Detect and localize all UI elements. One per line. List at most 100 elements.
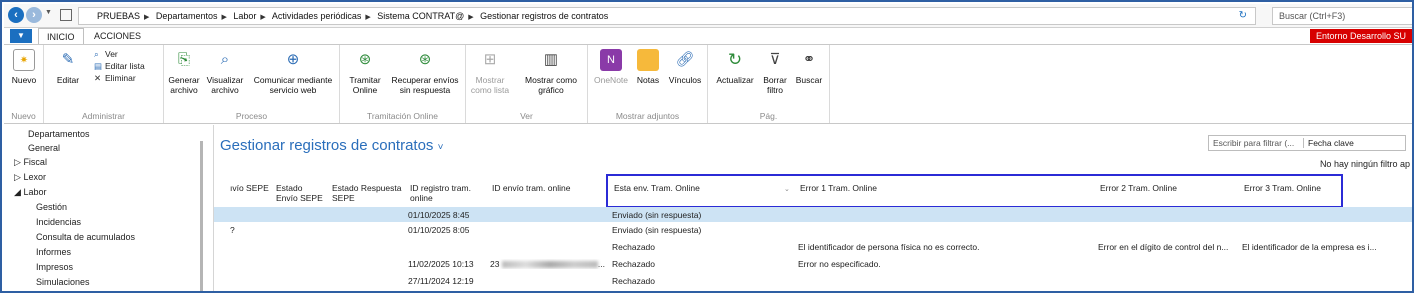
nav-item[interactable]: Gestión bbox=[36, 202, 236, 212]
preview-file-icon: ⌕ bbox=[220, 51, 230, 68]
column-header-envio-sepe[interactable]: ıvío SEPE bbox=[230, 183, 269, 193]
column-header-esta-env[interactable]: Esta env. Tram. Online bbox=[614, 183, 700, 193]
search-input[interactable]: Buscar (Ctrl+F3) bbox=[1272, 7, 1412, 25]
onenote-label: OneNote bbox=[593, 75, 629, 85]
filter-field-select[interactable]: Fecha clave bbox=[1303, 138, 1354, 148]
breadcrumb-item[interactable]: Labor bbox=[233, 11, 256, 21]
main-content: Gestionar registros de contratos ˅ Escri… bbox=[214, 125, 1412, 291]
tab-acciones[interactable]: ACCIONES bbox=[86, 28, 149, 44]
back-icon[interactable]: ‹ bbox=[8, 7, 24, 23]
mostrar-lista-button[interactable]: ⊞ Mostrar como lista bbox=[470, 49, 510, 95]
page-title[interactable]: Gestionar registros de contratos ˅ bbox=[220, 137, 443, 154]
group-tramitacion: ⊛ Tramitar Online ⊛ Recuperar envíos sin… bbox=[340, 45, 466, 123]
nuevo-button[interactable]: ✷ Nuevo bbox=[8, 49, 40, 85]
recuperar-envios-button[interactable]: ⊛ Recuperar envíos sin respuesta bbox=[388, 49, 462, 95]
breadcrumb-item[interactable]: Sistema CONTRAT@ bbox=[377, 11, 464, 21]
column-header-id-registro[interactable]: ID registro tram. online bbox=[410, 183, 484, 203]
vinculos-button[interactable]: 🔗︎ Vínculos bbox=[666, 49, 704, 85]
buscar-label: Buscar bbox=[795, 75, 823, 85]
window-icon bbox=[60, 9, 72, 21]
table-row[interactable]: 11/02/2025 10:13 23 ... Rechazado Error … bbox=[214, 256, 1412, 271]
tramitar-label: Tramitar Online bbox=[349, 75, 381, 95]
column-header-estado-envio[interactable]: Estado Envío SEPE bbox=[276, 183, 324, 203]
nav-item[interactable]: Informes bbox=[36, 247, 236, 257]
app-menu-button[interactable]: ▼ bbox=[10, 29, 32, 43]
group-caption: Pág. bbox=[759, 111, 778, 121]
actualizar-label: Actualizar bbox=[716, 75, 754, 85]
cell-id-registro: 27/11/2024 12:19 bbox=[408, 276, 474, 286]
nav-item[interactable]: Impresos bbox=[36, 262, 236, 272]
cell-error3: El identificador de la empresa es i... bbox=[1242, 242, 1377, 252]
expand-icon[interactable]: ▷ bbox=[14, 172, 21, 182]
table-row[interactable]: 01/10/2025 8:45 Enviado (sin respuesta) bbox=[214, 207, 1412, 222]
group-caption: Mostrar adjuntos bbox=[615, 111, 680, 121]
generar-archivo-button[interactable]: ⎘ Generar archivo bbox=[166, 49, 202, 95]
web-service-icon: ⊕ bbox=[286, 51, 300, 68]
column-header-estado-respuesta[interactable]: Estado Respuesta SEPE bbox=[332, 183, 408, 203]
buscar-button[interactable]: ⚭ Buscar bbox=[794, 49, 824, 85]
comunicar-button[interactable]: ⊕ Comunicar mediante servicio web bbox=[250, 49, 336, 95]
mostrar-grafico-button[interactable]: ▥ Mostrar como gráfico bbox=[518, 49, 584, 95]
expand-icon[interactable]: ▷ bbox=[14, 157, 21, 167]
sort-icon[interactable]: ⌄ bbox=[784, 185, 790, 195]
nav-item[interactable]: Consulta de acumulados bbox=[36, 232, 236, 242]
nav-label: General bbox=[28, 143, 61, 153]
table-row[interactable]: 27/11/2024 12:19 Rechazado bbox=[214, 273, 1412, 288]
breadcrumb-item[interactable]: Departamentos bbox=[156, 11, 218, 21]
cell-error1: Error no especificado. bbox=[798, 259, 881, 269]
retrieve-online-icon: ⊛ bbox=[418, 51, 432, 68]
eliminar-button[interactable]: ✕ Eliminar bbox=[94, 73, 136, 84]
links-icon: 🔗︎ bbox=[675, 51, 695, 68]
nav-item[interactable]: ▷ Fiscal bbox=[14, 157, 214, 168]
tramitar-online-button[interactable]: ⊛ Tramitar Online bbox=[346, 49, 384, 95]
actualizar-button[interactable]: ↻ Actualizar bbox=[714, 49, 756, 85]
nav-item[interactable]: General bbox=[28, 143, 228, 153]
collapse-icon[interactable]: ◢ bbox=[14, 187, 21, 197]
notas-button[interactable]: Notas bbox=[634, 49, 662, 85]
cell-esta-env: Enviado (sin respuesta) bbox=[612, 210, 702, 220]
column-header-error3[interactable]: Error 3 Tram. Online bbox=[1244, 183, 1321, 193]
column-header-error2[interactable]: Error 2 Tram. Online bbox=[1100, 183, 1177, 193]
ver-label: Ver bbox=[105, 49, 118, 59]
ver-button[interactable]: ⌕ Ver bbox=[94, 49, 118, 60]
history-dropdown-icon[interactable]: ▼ bbox=[45, 9, 52, 16]
cell-id-registro: 01/10/2025 8:05 bbox=[408, 225, 470, 235]
table-row[interactable]: ? 01/10/2025 8:05 Enviado (sin respuesta… bbox=[214, 222, 1412, 237]
chart-view-icon: ▥ bbox=[543, 51, 559, 68]
nav-item[interactable]: ◢ Labor bbox=[14, 187, 214, 198]
group-caption: Administrar bbox=[82, 111, 125, 121]
nav-item[interactable]: Departamentos bbox=[28, 129, 228, 139]
filter-box[interactable]: Escribir para filtrar (... Fecha clave bbox=[1208, 135, 1406, 151]
nav-item[interactable]: Simulaciones bbox=[36, 277, 236, 287]
binoculars-icon: ⚭ bbox=[802, 51, 816, 68]
refresh-icon[interactable]: ↻ bbox=[1239, 10, 1247, 21]
borrar-filtro-button[interactable]: ⊽ Borrar filtro bbox=[760, 49, 790, 95]
nav-label: Simulaciones bbox=[36, 277, 90, 287]
nav-label: Lexor bbox=[23, 172, 46, 182]
nav-item[interactable]: ▷ Lexor bbox=[14, 172, 214, 183]
redacted-value bbox=[501, 261, 598, 269]
table-row[interactable]: Rechazado El identificador de persona fí… bbox=[214, 239, 1412, 254]
group-ver: ⊞ Mostrar como lista ▥ Mostrar como gráf… bbox=[466, 45, 588, 123]
breadcrumb-item[interactable]: Actividades periódicas bbox=[272, 11, 362, 21]
nav-label: Informes bbox=[36, 247, 72, 257]
editar-lista-button[interactable]: ▤ Editar lista bbox=[94, 61, 145, 72]
nav-item[interactable]: Incidencias bbox=[36, 217, 236, 227]
navigation-pane: Departamentos General ▷ Fiscal ▷ Lexor ◢… bbox=[4, 125, 214, 291]
generar-label: Generar archivo bbox=[168, 75, 200, 95]
breadcrumb-item[interactable]: PRUEBAS bbox=[97, 11, 140, 21]
ribbon-tabs: ▼ INICIO ACCIONES Entorno Desarrollo SU bbox=[4, 28, 1412, 44]
cell-esta-env: Enviado (sin respuesta) bbox=[612, 225, 702, 235]
nav-scrollbar[interactable] bbox=[200, 141, 203, 291]
tab-inicio[interactable]: INICIO bbox=[38, 28, 84, 44]
filter-input[interactable]: Escribir para filtrar (... bbox=[1213, 138, 1294, 148]
group-pag: ↻ Actualizar ⊽ Borrar filtro ⚭ Buscar Pá… bbox=[708, 45, 830, 123]
editar-button[interactable]: ✎ Editar bbox=[52, 49, 84, 85]
column-header-error1[interactable]: Error 1 Tram. Online bbox=[800, 183, 877, 193]
column-header-id-envio[interactable]: ID envío tram. online bbox=[492, 183, 570, 193]
forward-icon[interactable]: › bbox=[26, 7, 42, 23]
chevron-down-icon[interactable]: ˅ bbox=[438, 142, 444, 153]
onenote-button[interactable]: N OneNote bbox=[592, 49, 630, 85]
visualizar-archivo-button[interactable]: ⌕ Visualizar archivo bbox=[204, 49, 246, 95]
breadcrumb-item[interactable]: Gestionar registros de contratos bbox=[480, 11, 608, 21]
